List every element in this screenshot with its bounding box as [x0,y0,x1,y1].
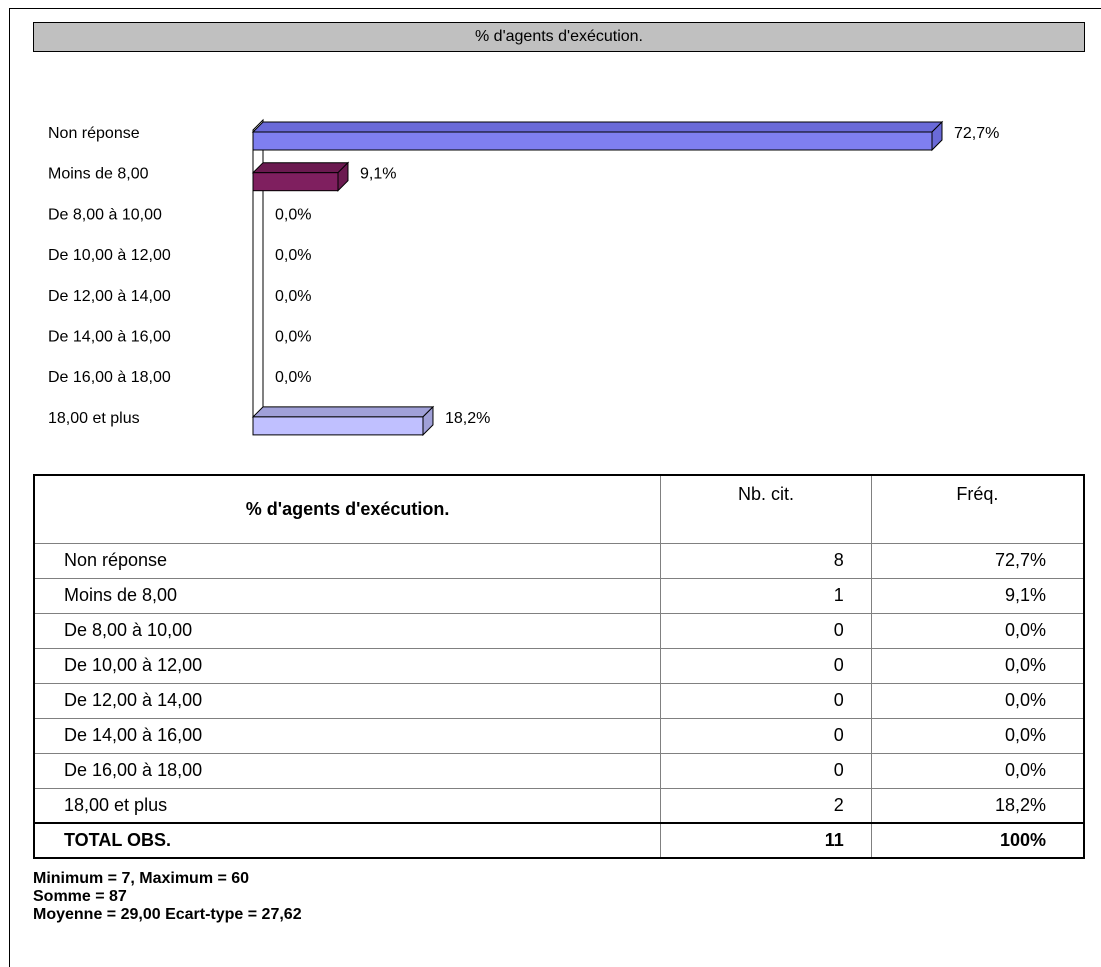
bar-chart: Non réponse 72,7% Moins de 8,00 9,1% De 8,00… [48,118,999,437]
row-label: 18,00 et plus [33,787,662,824]
data-label: 72,7% [954,125,999,142]
row-freq: 9,1% [870,577,1085,614]
row-label: Moins de 8,00 [33,577,662,614]
row-label: De 16,00 à 18,00 [33,752,662,789]
header-freq: Fréq. [870,474,1085,544]
row-count: 0 [660,682,872,719]
table-row: Non réponse 8 72,7% [33,542,1085,579]
table-row: De 16,00 à 18,00 0 0,0% [33,752,1085,789]
category-label: De 12,00 à 14,00 [48,288,171,305]
row-freq: 0,0% [870,682,1085,719]
row-label: De 8,00 à 10,00 [33,612,662,649]
data-label: 0,0% [275,329,311,346]
table-row: De 12,00 à 14,00 0 0,0% [33,682,1085,719]
bar-top [251,406,435,418]
data-label: 9,1% [360,166,396,183]
row-label: De 12,00 à 14,00 [33,682,662,719]
row-count: 0 [660,612,872,649]
row-count: 8 [660,542,872,579]
row-count: 0 [660,752,872,789]
row-label: De 10,00 à 12,00 [33,647,662,684]
header-label: % d'agents d'exécution. [33,474,662,544]
stats-mean-sd: Moyenne = 29,00 Ecart-type = 27,62 [33,906,302,923]
row-freq: 0,0% [870,752,1085,789]
table-row: De 8,00 à 10,00 0 0,0% [33,612,1085,649]
row-freq: 18,2% [870,787,1085,824]
header-count: Nb. cit. [660,474,872,544]
bar [252,172,339,192]
bar-top [251,121,944,133]
total-count: 11 [660,822,872,859]
table-total-row: TOTAL OBS. 11 100% [33,822,1085,859]
table-row: 18,00 et plus 2 18,2% [33,787,1085,824]
table-row: Moins de 8,00 1 9,1% [33,577,1085,614]
frequency-table: % d'agents d'exécution. Nb. cit. Fréq. N… [33,474,1085,859]
table-row: De 14,00 à 16,00 0 0,0% [33,717,1085,754]
category-label: De 8,00 à 10,00 [48,206,162,223]
category-label: Non réponse [48,125,140,142]
data-label: 18,2% [445,410,490,427]
summary-stats: Minimum = 7, Maximum = 60 Somme = 87 Moy… [33,870,302,924]
row-label: De 14,00 à 16,00 [33,717,662,754]
row-freq: 0,0% [870,717,1085,754]
total-freq: 100% [870,822,1085,859]
bar-top [251,162,350,174]
category-label: 18,00 et plus [48,410,140,427]
stats-sum: Somme = 87 [33,888,127,905]
category-label: De 14,00 à 16,00 [48,329,171,346]
row-label: Non réponse [33,542,662,579]
data-label: 0,0% [275,206,311,223]
data-label: 0,0% [275,288,311,305]
bar [252,416,424,436]
category-label: De 16,00 à 18,00 [48,369,171,386]
table-row: De 10,00 à 12,00 0 0,0% [33,647,1085,684]
row-count: 1 [660,577,872,614]
data-label: 0,0% [275,247,311,264]
row-count: 2 [660,787,872,824]
row-count: 0 [660,647,872,684]
row-count: 0 [660,717,872,754]
total-label: TOTAL OBS. [33,822,662,859]
bar [252,131,933,151]
row-freq: 72,7% [870,542,1085,579]
category-label: Moins de 8,00 [48,166,149,183]
category-label: De 10,00 à 12,00 [48,247,171,264]
row-freq: 0,0% [870,612,1085,649]
row-freq: 0,0% [870,647,1085,684]
table-header-row: % d'agents d'exécution. Nb. cit. Fréq. [33,474,1085,544]
stats-min-max: Minimum = 7, Maximum = 60 [33,870,250,887]
data-label: 0,0% [275,369,311,386]
